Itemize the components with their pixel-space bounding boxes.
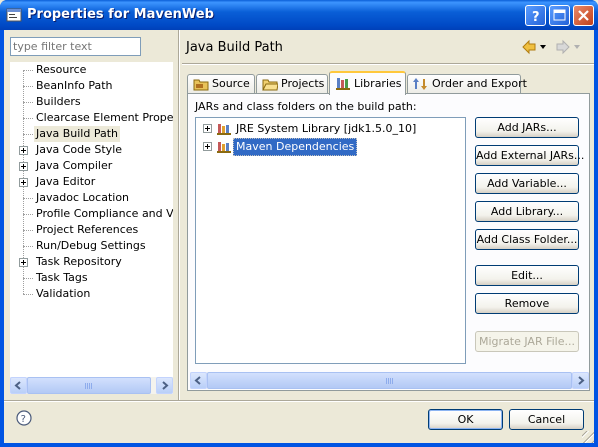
tree-item-label: Builders — [36, 95, 81, 108]
library-jar-icon — [217, 124, 231, 135]
tree-horizontal-scrollbar[interactable] — [10, 377, 173, 394]
tree-item-label: Resource — [36, 63, 87, 76]
tab-order-and-export[interactable]: Order and Export — [407, 74, 527, 94]
scroll-right-button[interactable] — [156, 377, 173, 394]
library-item-maven-dependencies[interactable]: Maven Dependencies — [196, 138, 396, 156]
order-export-icon — [413, 78, 427, 90]
tree-item-label: Task Repository — [36, 255, 122, 268]
window-title: Properties for MavenWeb — [27, 7, 214, 22]
arrow-left-icon — [14, 381, 21, 390]
svg-text:?: ? — [532, 10, 540, 25]
add-jars-button[interactable]: Add JARs... — [475, 117, 579, 138]
scroll-thumb[interactable] — [27, 377, 151, 394]
arrow-left-icon — [194, 376, 201, 385]
window-help-button[interactable]: ? — [525, 5, 546, 26]
add-variable-button[interactable]: Add Variable... — [475, 173, 579, 194]
source-folder-icon — [193, 79, 209, 91]
expand-icon[interactable] — [203, 124, 212, 133]
tree-item-label: Java Build Path — [34, 126, 121, 142]
resize-grip[interactable] — [582, 431, 594, 443]
panel-horizontal-scrollbar[interactable] — [190, 372, 589, 389]
build-path-tabs: Source Projects Libraries Order and Expo… — [187, 71, 590, 95]
expand-icon[interactable] — [203, 142, 212, 151]
help-icon[interactable]: ? — [16, 410, 32, 426]
tree-item-label: Validation — [36, 287, 91, 300]
expand-icon[interactable] — [19, 146, 28, 155]
projects-folder-icon — [262, 79, 278, 91]
library-item-jre-system[interactable]: JRE System Library [jdk1.5.0_10] — [196, 120, 416, 138]
edit-button[interactable]: Edit... — [475, 265, 579, 286]
cancel-button[interactable]: Cancel — [509, 409, 584, 430]
scroll-right-button[interactable] — [572, 372, 589, 389]
tab-label: Libraries — [354, 77, 402, 90]
library-label: Maven Dependencies — [233, 138, 358, 156]
tab-label: Projects — [281, 77, 325, 90]
remove-button[interactable]: Remove — [475, 293, 579, 314]
tab-libraries[interactable]: Libraries — [329, 71, 406, 95]
build-path-library-tree: JRE System Library [jdk1.5.0_10] Maven D… — [195, 117, 466, 364]
pane-divider[interactable] — [178, 30, 180, 400]
tree-item-label: Javadoc Location — [36, 191, 130, 204]
svg-text:?: ? — [21, 414, 26, 425]
back-arrow-icon[interactable] — [521, 39, 547, 55]
expand-icon[interactable] — [19, 258, 28, 267]
tree-item-label: Java Code Style — [36, 143, 123, 156]
tree-item-label: BeanInfo Path — [36, 79, 113, 92]
page-title: Java Build Path — [186, 40, 283, 55]
tree-item-label: Task Tags — [36, 271, 88, 284]
forward-arrow-icon[interactable] — [555, 39, 581, 55]
arrow-right-icon — [578, 376, 585, 385]
tree-item-label: Profile Compliance and Validation — [36, 207, 173, 220]
libraries-description-label: JARs and class folders on the build path… — [195, 100, 417, 113]
footer-separator — [4, 400, 594, 402]
help-icon: ? — [532, 10, 540, 25]
add-external-jars-button[interactable]: Add External JARs... — [475, 145, 584, 166]
maximize-button[interactable] — [549, 5, 570, 26]
properties-dialog: Properties for MavenWeb ? Resource BeanI… — [0, 0, 598, 447]
expand-icon[interactable] — [19, 162, 28, 171]
arrow-right-icon — [162, 381, 169, 390]
tab-label: Source — [212, 77, 250, 90]
tree-item-label: Project References — [36, 223, 139, 236]
tree-item-label: Run/Debug Settings — [36, 239, 146, 252]
add-class-folder-button[interactable]: Add Class Folder... — [475, 229, 579, 250]
properties-window-icon — [6, 8, 22, 22]
maximize-icon — [553, 9, 566, 21]
header-separator — [182, 63, 594, 65]
filter-input[interactable] — [10, 37, 141, 56]
tree-item-label: Clearcase Element Properties — [36, 111, 173, 124]
tree-item-label: Java Compiler — [36, 159, 113, 172]
preference-page-tree: Resource BeanInfo Path Builders Clearcas… — [10, 62, 173, 394]
scroll-thumb[interactable] — [207, 372, 572, 389]
add-library-button[interactable]: Add Library... — [475, 201, 579, 222]
tab-source[interactable]: Source — [187, 74, 255, 94]
migrate-jar-button[interactable]: Migrate JAR File... — [475, 331, 579, 352]
libraries-icon — [336, 78, 350, 90]
scroll-left-button[interactable] — [10, 377, 27, 394]
close-button[interactable] — [573, 5, 594, 26]
tab-projects[interactable]: Projects — [256, 74, 328, 94]
tree-item-label: Java Editor — [36, 175, 96, 188]
expand-icon[interactable] — [19, 178, 28, 187]
library-label: JRE System Library [jdk1.5.0_10] — [236, 122, 417, 135]
libraries-tab-panel: JARs and class folders on the build path… — [187, 93, 590, 391]
library-jar-icon — [217, 142, 231, 153]
close-icon — [578, 10, 589, 21]
title-bar[interactable]: Properties for MavenWeb ? — [0, 0, 598, 30]
ok-button[interactable]: OK — [428, 409, 503, 430]
scroll-left-button[interactable] — [190, 372, 207, 389]
dialog-body: Resource BeanInfo Path Builders Clearcas… — [4, 30, 594, 443]
tab-label: Order and Export — [432, 77, 527, 90]
